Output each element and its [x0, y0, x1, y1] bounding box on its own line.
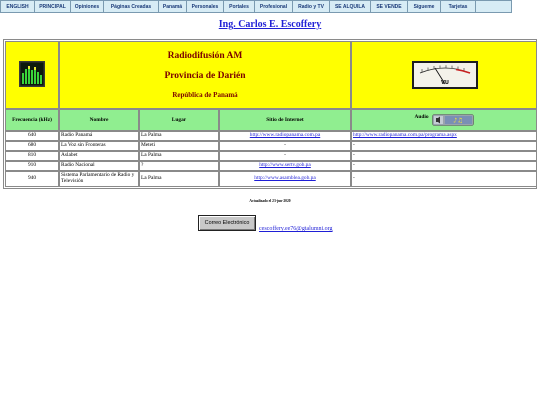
audio-cell: - [351, 141, 537, 151]
frequency-cell: 940 [5, 171, 59, 187]
equalizer-cell [5, 41, 59, 109]
frequency-cell: 680 [5, 141, 59, 151]
col-header-name: Nombre [59, 109, 139, 131]
place-cell: Meteti [139, 141, 219, 151]
frequency-cell: 910 [5, 161, 59, 171]
audio-cell: http://www.radiopanama.com.pa/programa.a… [351, 131, 537, 141]
svg-text:♪♫: ♪♫ [453, 117, 463, 125]
nav-item-english[interactable]: ENGLISH [1, 1, 35, 12]
place-cell: La Palma [139, 131, 219, 141]
audio-cell: - [351, 161, 537, 171]
place-cell: ? [139, 161, 219, 171]
top-nav: ENGLISH PRINCIPAL Opiniones Páginas Crea… [0, 0, 512, 13]
nav-item-principal[interactable]: PRINCIPAL [35, 1, 71, 12]
nav-item-radio-tv[interactable]: Radio y TV [293, 1, 330, 12]
website-link[interactable]: http://www.radiopanama.com.pa [250, 132, 320, 139]
frequency-cell: 640 [5, 131, 59, 141]
vu-meter-cell: VU [351, 41, 537, 109]
col-header-place: Lugar [139, 109, 219, 131]
banner-province: Provincia de Darién [164, 71, 246, 81]
banner-cell: Radiodifusión AM Provincia de Darién Rep… [59, 41, 351, 109]
col-header-audio: Audio ♪♫ [351, 109, 537, 131]
equalizer-icon [19, 61, 45, 87]
nav-item-profesional[interactable]: Profesional [255, 1, 293, 12]
nav-item-portales[interactable]: Portales [224, 1, 255, 12]
website-cell: - [219, 141, 351, 151]
last-updated: Actualizado el 23-jun-2020 [249, 199, 291, 203]
place-cell: La Palma [139, 151, 219, 161]
email-button[interactable]: Correo Electrónico [198, 215, 256, 231]
nav-item-opiniones[interactable]: Opiniones [71, 1, 104, 12]
station-name-cell: Sistema Parlamentario de Radio y Televis… [59, 171, 139, 187]
station-name-cell: La Voz sin Fronteras [59, 141, 139, 151]
nav-item-personales[interactable]: Personales [187, 1, 224, 12]
author-link[interactable]: Ing. Carlos E. Escoffery [0, 19, 540, 30]
stations-table: Radiodifusión AM Provincia de Darién Rep… [3, 39, 537, 189]
audio-player-icon[interactable]: ♪♫ [431, 114, 474, 126]
vu-label: VU [441, 80, 449, 86]
nav-item-tarjetas[interactable]: Tarjetas [441, 1, 476, 12]
website-cell: http://www.radiopanama.com.pa [219, 131, 351, 141]
email-link[interactable]: cescoffery.ee76@gtalumni.org [259, 226, 333, 232]
website-cell: http://www.asamblea.gob.pa [219, 171, 351, 187]
audio-header-label: Audio [414, 114, 429, 120]
nav-item-panama[interactable]: Panamá [159, 1, 187, 12]
website-link[interactable]: http://www.asamblea.gob.pa [254, 175, 315, 182]
banner-country: República de Panamá [172, 91, 238, 99]
station-name-cell: Radio Panamá [59, 131, 139, 141]
nav-item-sigueme[interactable]: Sígueme [408, 1, 441, 12]
station-name-cell: Radio Nacional [59, 161, 139, 171]
col-header-website: Sitio de Internet [219, 109, 351, 131]
nav-item-se-vende[interactable]: SE VENDE [371, 1, 408, 12]
vu-meter-icon: VU [412, 61, 478, 89]
frequency-cell: 810 [5, 151, 59, 161]
nav-item-se-alquila[interactable]: SE ALQUILA [330, 1, 371, 12]
nav-item-paginas-creadas[interactable]: Páginas Creadas [104, 1, 159, 12]
audio-cell: - [351, 151, 537, 161]
audio-cell: - [351, 171, 537, 187]
col-header-frequency: Frecuencia (kHz) [5, 109, 59, 131]
website-link[interactable]: http://www.sertv.gob.pa [259, 162, 311, 169]
banner-title: Radiodifusión AM [167, 51, 243, 61]
website-cell: - [219, 151, 351, 161]
place-cell: La Palma [139, 171, 219, 187]
station-name-cell: Aslabet [59, 151, 139, 161]
audio-link[interactable]: http://www.radiopanama.com.pa/programa.a… [353, 132, 457, 139]
website-cell: http://www.sertv.gob.pa [219, 161, 351, 171]
